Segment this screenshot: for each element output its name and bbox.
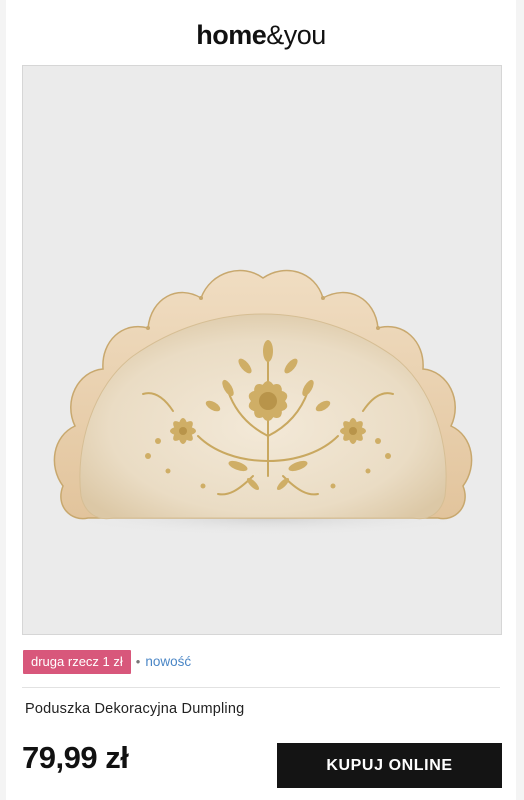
buy-online-button[interactable]: KUPUJ ONLINE — [277, 743, 502, 788]
tag-separator: • — [135, 654, 141, 669]
divider — [22, 687, 500, 688]
product-image[interactable] — [22, 65, 502, 635]
logo-light-text: &you — [266, 20, 326, 50]
pillow-image-icon — [53, 269, 478, 536]
product-tags: druga rzecz 1 zł • nowość — [23, 649, 191, 674]
product-name[interactable]: Poduszka Dekoracyjna Dumpling — [25, 701, 244, 717]
promo-badge: druga rzecz 1 zł — [23, 649, 131, 674]
new-tag: nowość — [145, 654, 192, 669]
logo-bold-text: home — [196, 20, 267, 50]
product-price: 79,99 zł — [22, 740, 129, 775]
product-card: home&you druga rzecz 1 zł • nowość Podus… — [6, 0, 516, 800]
brand-logo[interactable]: home&you — [6, 18, 516, 52]
